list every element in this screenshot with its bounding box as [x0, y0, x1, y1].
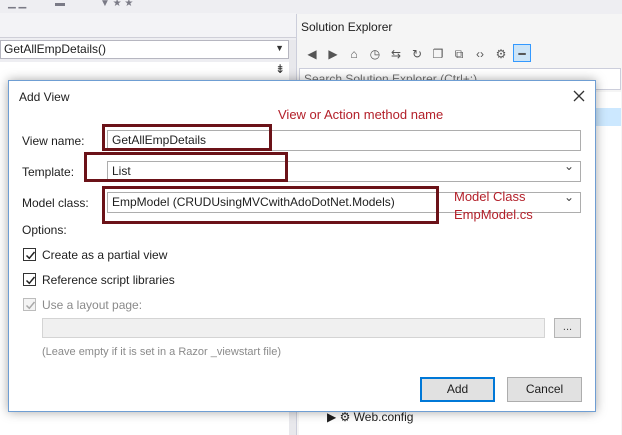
tree-item-webconfig[interactable]: ▶ ⚙ Web.config: [327, 410, 413, 424]
ide-toolbar: ▁ ▁ ▬ ▼ ★ ★: [0, 0, 296, 12]
partial-view-checkbox[interactable]: [23, 248, 36, 261]
view-name-annotation: View or Action method name: [278, 107, 444, 122]
preview-icon[interactable]: ━: [513, 44, 531, 62]
browse-button[interactable]: ...: [554, 318, 581, 338]
cancel-button[interactable]: Cancel: [507, 377, 582, 402]
partial-view-label: Create as a partial view: [42, 248, 168, 262]
back-icon[interactable]: ◀: [303, 45, 321, 63]
refresh-icon[interactable]: ↻: [408, 45, 426, 63]
layout-hint: (Leave empty if it is set in a Razor _vi…: [42, 346, 282, 358]
view-name-highlight-box: [102, 124, 272, 151]
model-file-annotation: EmpModel.cs: [454, 207, 533, 222]
template-highlight-box: [84, 152, 288, 182]
view-name-label: View name:: [22, 134, 85, 148]
toolbar-fragment-icon[interactable]: ▬: [55, 0, 65, 9]
method-dropdown-value: GetAllEmpDetails(): [4, 42, 107, 56]
model-class-annotation: Model Class: [454, 189, 526, 204]
home-icon[interactable]: ⌂: [345, 45, 363, 63]
add-button[interactable]: Add: [420, 377, 495, 402]
layout-page-label: Use a layout page:: [42, 298, 143, 312]
model-class-highlight-box: [102, 186, 439, 224]
close-icon[interactable]: [571, 88, 587, 104]
bookmark-icon[interactable]: ▼ ★ ★: [100, 0, 133, 9]
toolbar-fragment-icon[interactable]: ▁ ▁: [8, 0, 26, 9]
editor-tab-strip: [0, 13, 296, 38]
code-icon[interactable]: ‹›: [471, 45, 489, 63]
script-libraries-label: Reference script libraries: [42, 273, 175, 287]
layout-page-checkbox[interactable]: [23, 298, 36, 311]
solution-explorer-toolbar: ◀ ▶ ⌂ ◷ ⇆ ↻ ❐ ⧉ ‹› ⚙ ━: [303, 44, 534, 64]
sync-icon[interactable]: ⇆: [387, 45, 405, 63]
forward-icon[interactable]: ▶: [324, 45, 342, 63]
wrench-icon[interactable]: ⚙: [492, 45, 510, 63]
method-dropdown[interactable]: GetAllEmpDetails() ▼: [0, 40, 289, 59]
layout-path-input[interactable]: [42, 318, 545, 338]
script-libraries-checkbox[interactable]: [23, 273, 36, 286]
dialog-title: Add View: [19, 90, 70, 104]
tree-item-label: Web.config: [353, 410, 414, 424]
collapse-all-icon[interactable]: ❐: [429, 45, 447, 63]
add-view-dialog: Add View View name: GetAllEmpDetails Tem…: [8, 80, 596, 412]
solution-explorer-title: Solution Explorer: [301, 20, 393, 34]
chevron-down-icon: ▼: [275, 43, 284, 53]
copy-icon[interactable]: ⧉: [450, 45, 468, 63]
history-icon[interactable]: ◷: [366, 45, 384, 63]
template-label: Template:: [22, 165, 75, 179]
model-class-label: Model class:: [22, 196, 89, 210]
options-label: Options:: [22, 223, 67, 237]
split-editor-icon[interactable]: ⇟: [270, 62, 290, 78]
